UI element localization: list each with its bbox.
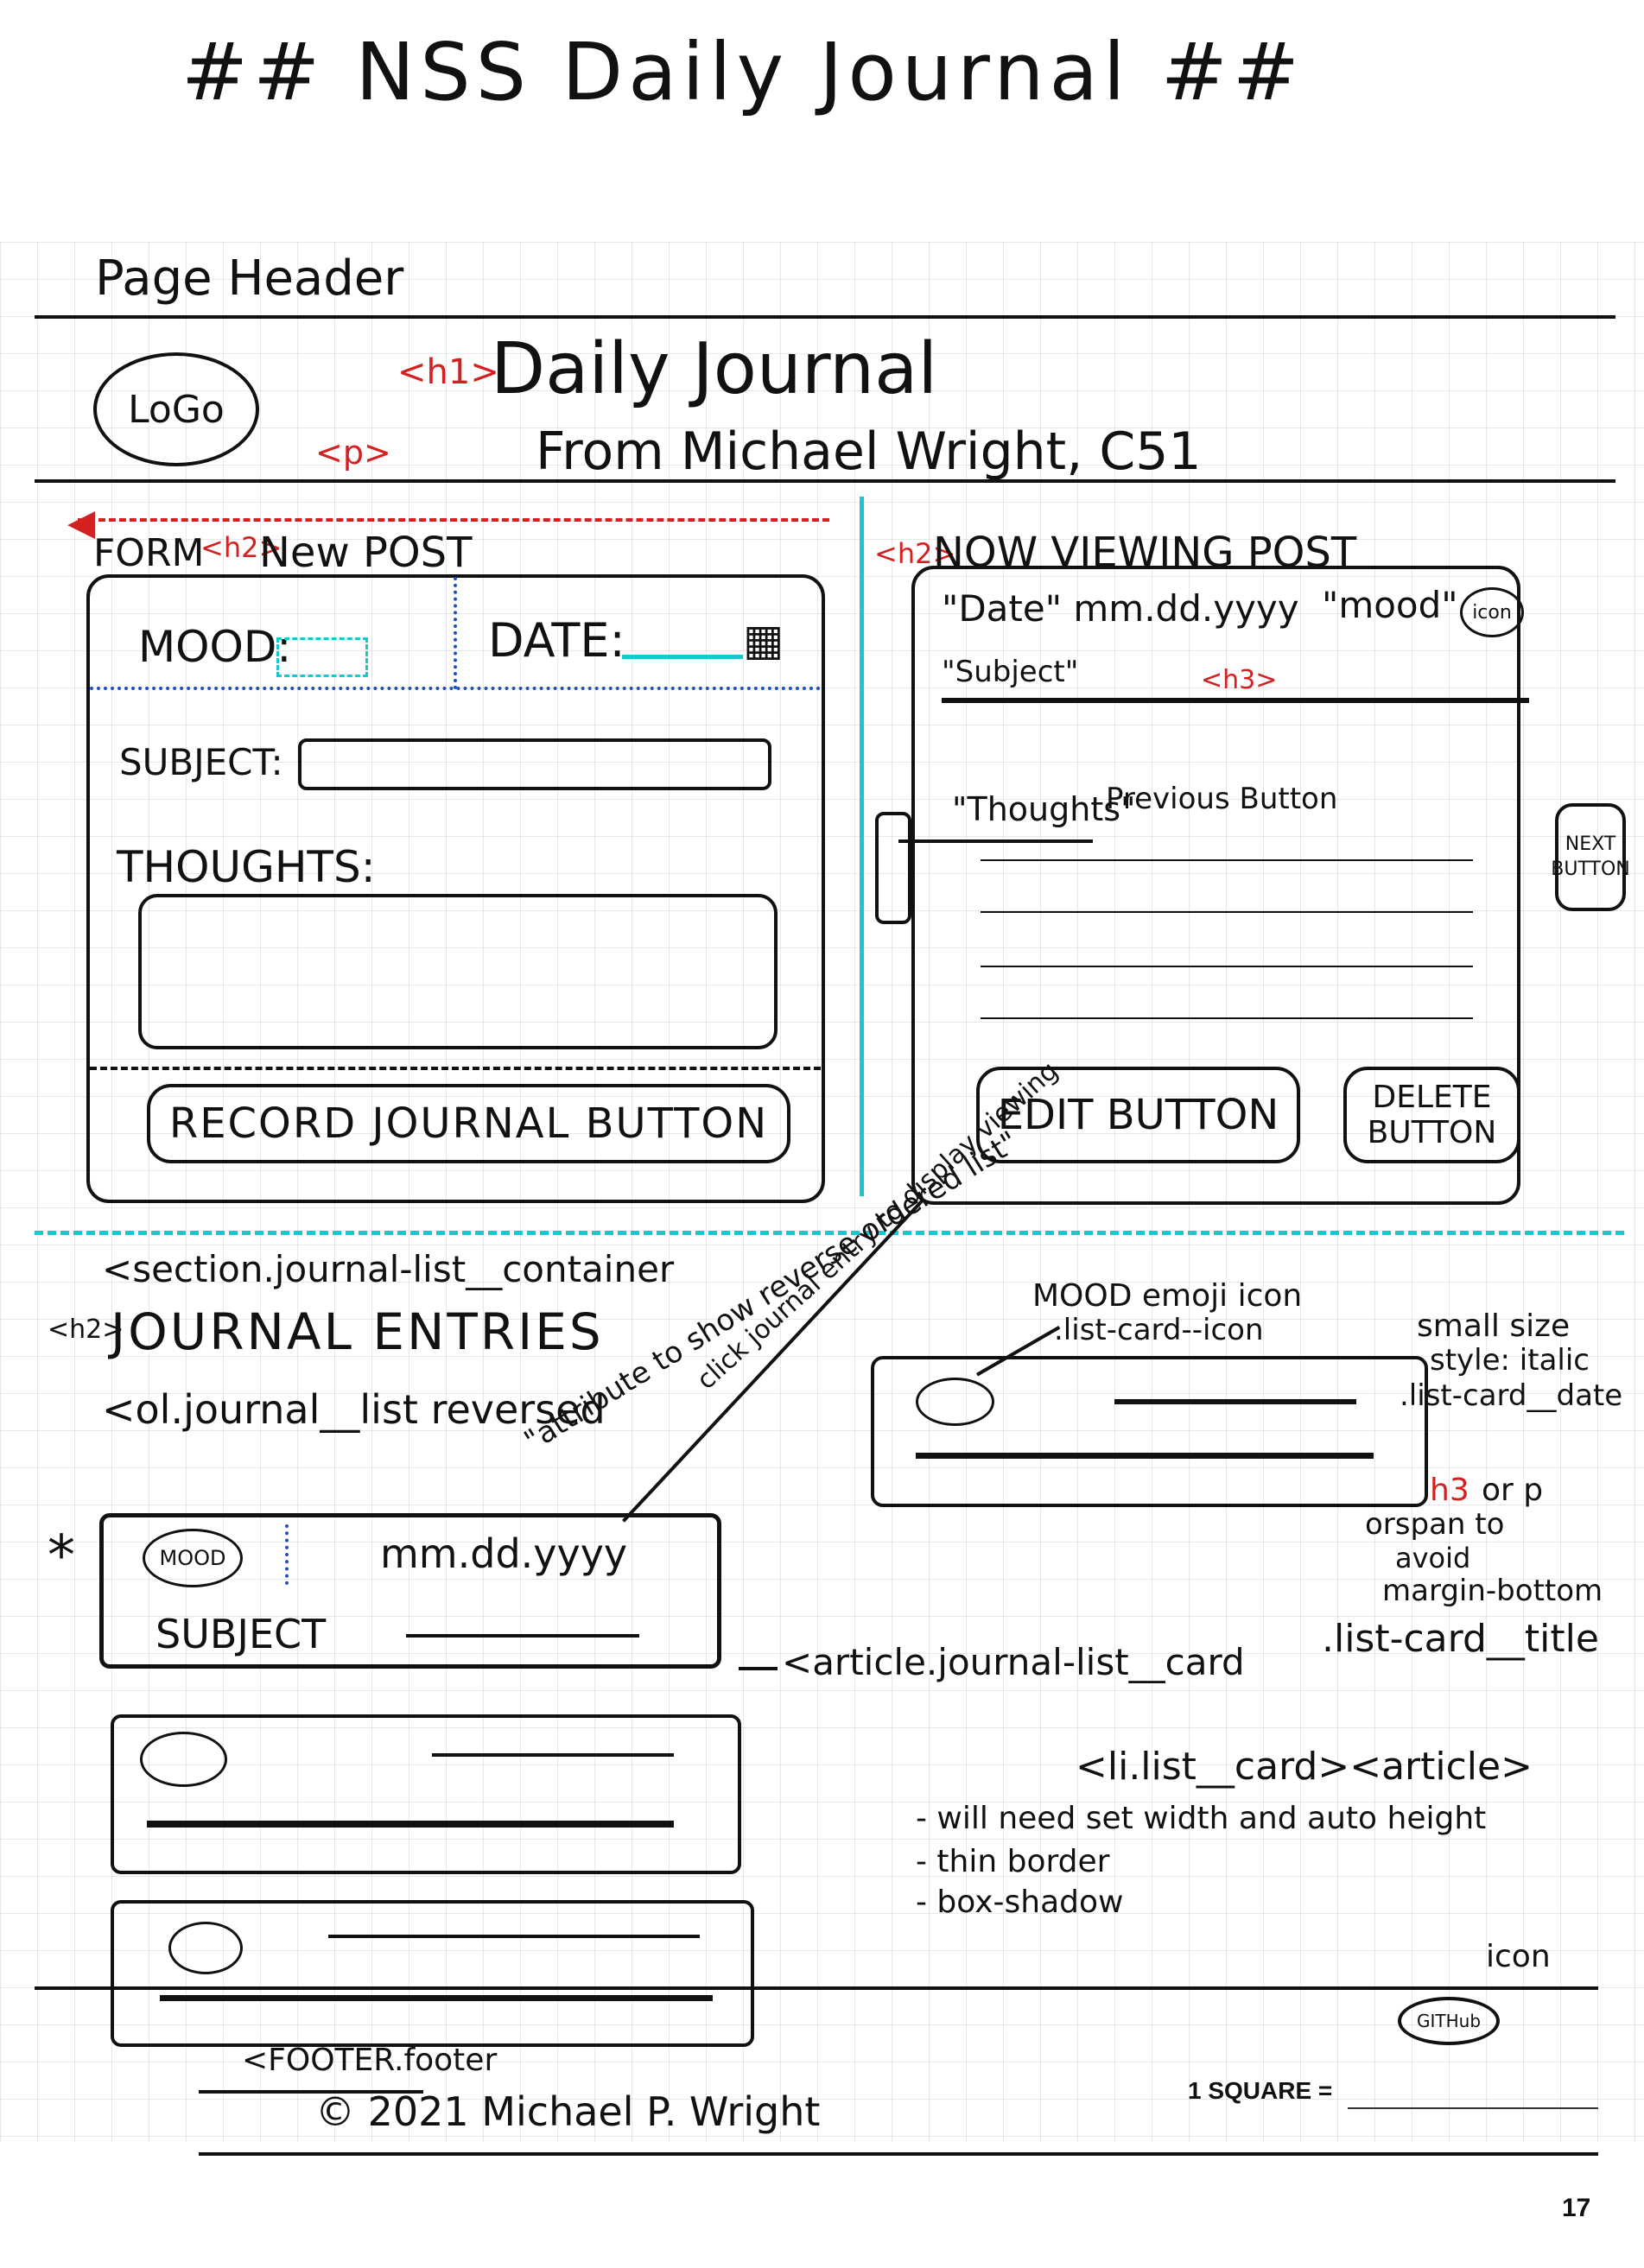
viewer-mood-icon-text: icon bbox=[1472, 601, 1512, 624]
viewer-thoughts-line-3 bbox=[981, 966, 1473, 967]
thoughts-textarea[interactable] bbox=[138, 894, 778, 1049]
record-journal-button-label: RECORD JOURNAL BUTTON bbox=[168, 1099, 769, 1148]
journal-card-1-divider bbox=[285, 1524, 289, 1585]
icon-note: icon bbox=[1486, 1939, 1551, 1974]
logo-text: LoGo bbox=[128, 387, 225, 432]
mood-icon-note: MOOD emoji icon bbox=[1032, 1278, 1303, 1314]
journal-card-1-mood: MOOD bbox=[159, 1546, 226, 1570]
title-note-2: orspan to bbox=[1365, 1507, 1505, 1542]
header-subtitle: From Michael Wright, C51 bbox=[536, 421, 1202, 482]
subject-input[interactable] bbox=[298, 738, 771, 790]
thoughts-label: THOUGHTS: bbox=[117, 842, 376, 892]
logo: LoGo bbox=[93, 352, 259, 466]
journal-card-3-title-line bbox=[160, 1995, 713, 2001]
delete-button[interactable]: DELETE BUTTON bbox=[1343, 1067, 1520, 1163]
next-button-label: NEXT BUTTON bbox=[1551, 833, 1630, 880]
date-note-2: style: italic bbox=[1430, 1343, 1590, 1378]
viewer-subject: "Subject" bbox=[942, 655, 1079, 689]
sample-card-icon bbox=[916, 1378, 994, 1426]
github-icon-text: GITHub bbox=[1416, 2011, 1482, 2031]
bullet-3: - box-shadow bbox=[916, 1885, 1124, 1920]
square-underline bbox=[1348, 2107, 1598, 2109]
header-bottom-rule bbox=[35, 479, 1615, 483]
article-arrow bbox=[739, 1667, 778, 1670]
footer-tag: <FOOTER.footer bbox=[242, 2043, 498, 2078]
journal-card-1-subject: SUBJECT bbox=[156, 1611, 327, 1657]
sample-card-date-line bbox=[1114, 1399, 1356, 1404]
mood-select[interactable] bbox=[276, 637, 368, 677]
subject-label: SUBJECT: bbox=[119, 741, 283, 783]
journal-card-3-date-line bbox=[328, 1935, 700, 1938]
viewer-thoughts-line-2 bbox=[981, 911, 1473, 913]
date-label: DATE: bbox=[488, 613, 625, 668]
github-icon[interactable]: GITHub bbox=[1398, 1997, 1500, 2045]
sample-card-title-line bbox=[916, 1453, 1374, 1459]
viewer-thoughts-line-4 bbox=[981, 1017, 1473, 1019]
footer-bottom-rule bbox=[199, 2152, 1598, 2156]
viewer-mood: "mood" bbox=[1322, 584, 1458, 626]
date-class: .list-card__date bbox=[1400, 1378, 1623, 1413]
header-top-rule bbox=[35, 315, 1615, 319]
page-number: 17 bbox=[1562, 2194, 1591, 2222]
column-divider bbox=[860, 497, 864, 1196]
footer-top-rule bbox=[35, 1986, 1598, 1990]
section-tag: <section.journal-list__container bbox=[102, 1248, 675, 1290]
form-label: FORM bbox=[93, 531, 205, 575]
record-journal-button[interactable]: RECORD JOURNAL BUTTON bbox=[147, 1084, 790, 1163]
title-note-3: avoid bbox=[1395, 1542, 1471, 1574]
page-header-label: Page Header bbox=[95, 250, 404, 307]
title-class: .list-card__title bbox=[1322, 1617, 1599, 1661]
previous-button[interactable] bbox=[875, 812, 911, 924]
form-dashed-divider bbox=[90, 1067, 821, 1070]
journal-card-1-mood-icon: MOOD bbox=[143, 1529, 243, 1587]
h1-tag: <h1> bbox=[397, 352, 499, 392]
viewer-date: "Date" mm.dd.yyyy bbox=[942, 587, 1299, 630]
journal-card-2-date-line bbox=[432, 1753, 674, 1757]
form-row-divider bbox=[90, 687, 821, 690]
viewer-subject-rule bbox=[942, 698, 1529, 703]
viewer-mood-icon: icon bbox=[1460, 587, 1524, 637]
mood-label: MOOD: bbox=[138, 622, 292, 672]
header-h1: Daily Journal bbox=[491, 328, 938, 410]
date-note-1: small size bbox=[1417, 1308, 1571, 1344]
journal-card-2-icon bbox=[140, 1732, 227, 1787]
delete-button-label: DELETE BUTTON bbox=[1367, 1079, 1497, 1150]
article-note: <article.journal-list__card bbox=[782, 1641, 1245, 1683]
arrow-left-head: ◀ bbox=[67, 501, 96, 543]
title-tag: h3 bbox=[1430, 1473, 1469, 1508]
mood-icon-class: .list-card--icon bbox=[1054, 1313, 1264, 1347]
li-tag: <li.list__card><article> bbox=[1076, 1745, 1533, 1789]
mood-date-divider bbox=[454, 577, 457, 689]
viewer-h3-tag: <h3> bbox=[1201, 665, 1278, 695]
journal-card-2-title-line bbox=[147, 1821, 674, 1828]
journal-card-3-icon bbox=[168, 1922, 243, 1974]
next-button[interactable]: NEXT BUTTON bbox=[1551, 803, 1630, 911]
previous-arrow-line bbox=[898, 839, 1093, 843]
previous-button-note: Previous Button bbox=[1106, 782, 1338, 816]
date-input[interactable] bbox=[622, 629, 743, 659]
journal-heading: JOURNAL ENTRIES bbox=[111, 1302, 604, 1361]
viewer-thoughts-line-1 bbox=[981, 859, 1473, 861]
square-label: 1 SQUARE = bbox=[1188, 2077, 1333, 2104]
copyright: © 2021 Michael P. Wright bbox=[315, 2088, 821, 2135]
title-note-1: or p bbox=[1482, 1473, 1544, 1508]
journal-card-1-date: mm.dd.yyyy bbox=[380, 1530, 628, 1577]
journal-card-1-subject-line bbox=[406, 1634, 639, 1638]
title-note-4: margin-bottom bbox=[1382, 1574, 1603, 1608]
calendar-icon[interactable]: ▦ bbox=[743, 615, 784, 665]
form-width-arrow bbox=[78, 518, 829, 522]
form-heading: New POST bbox=[259, 529, 473, 577]
bullet-1: - will need set width and auto height bbox=[916, 1801, 1487, 1836]
entry-star: * bbox=[48, 1524, 75, 1588]
page-title: ## NSS Daily Journal ## bbox=[181, 26, 1304, 118]
bullet-2: - thin border bbox=[916, 1844, 1110, 1879]
p-tag: <p> bbox=[315, 434, 391, 472]
